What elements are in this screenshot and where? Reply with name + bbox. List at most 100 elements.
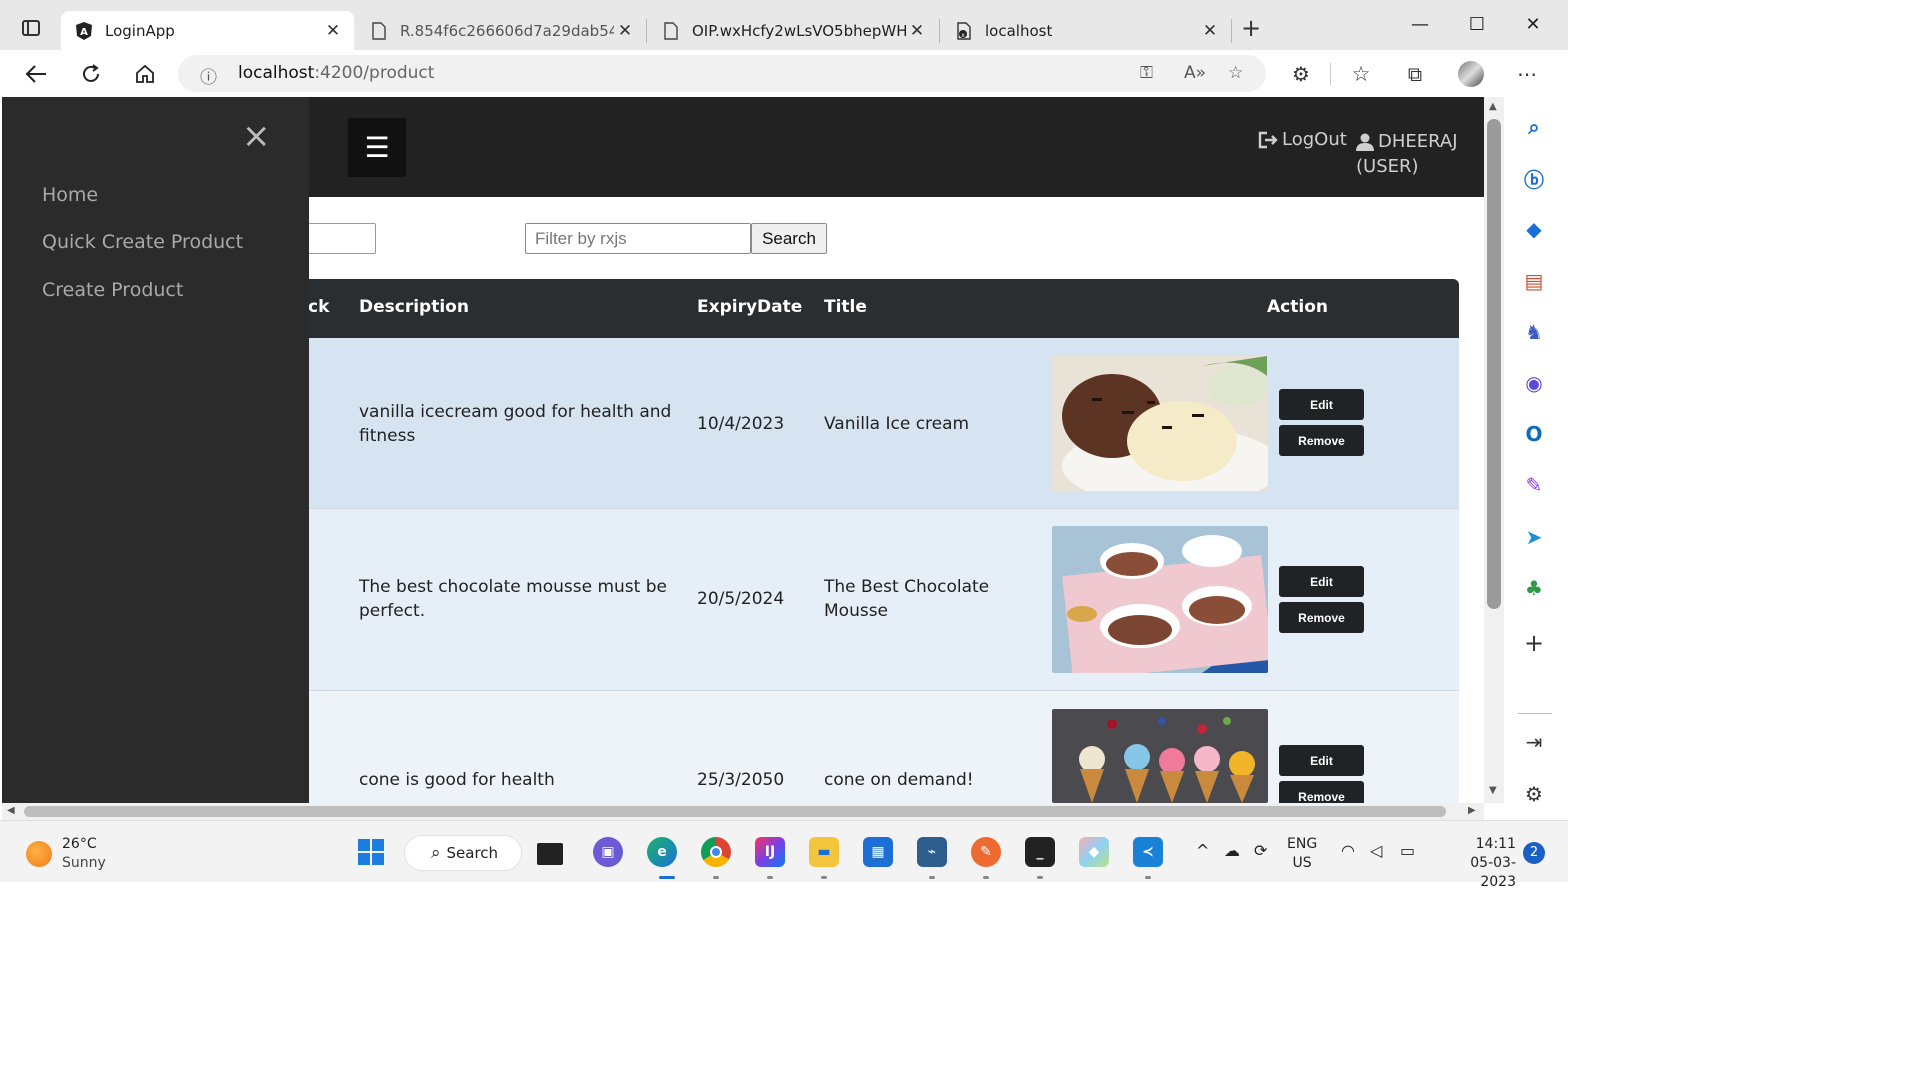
edit-button[interactable]: Edit <box>1279 566 1364 597</box>
close-icon[interactable]: ✕ <box>322 21 344 41</box>
onedrive-icon[interactable]: ☁ <box>1224 841 1240 860</box>
horizontal-scrollbar[interactable]: ◀ ▶ <box>2 803 1484 820</box>
tab-image-r[interactable]: R.854f6c266606d7a29dab54411 ✕ <box>356 11 646 50</box>
scroll-up-icon[interactable]: ▲ <box>1489 101 1497 112</box>
notification-badge[interactable]: 2 <box>1523 842 1545 864</box>
taskbar-search[interactable]: ⌕ Search <box>404 835 522 871</box>
file-explorer-icon[interactable]: ▬ <box>809 837 839 867</box>
menu-toggle-button[interactable]: ☰ <box>348 118 406 177</box>
designer-icon[interactable]: ✎ <box>1520 471 1548 499</box>
weather-widget[interactable]: 26°C Sunny <box>26 835 106 873</box>
language-indicator[interactable]: ENG US <box>1287 835 1317 873</box>
cell-description: The best chocolate mousse must be perfec… <box>359 577 667 621</box>
profile-avatar[interactable] <box>1457 60 1485 88</box>
remove-button[interactable]: Remove <box>1279 425 1364 456</box>
horizontal-scroll-thumb[interactable] <box>24 806 1446 817</box>
sidenav-item-home[interactable]: Home <box>42 184 98 206</box>
tab-label: OIP.wxHcfy2wLsVO5bhepWHr2g <box>692 21 906 40</box>
battery-icon[interactable]: ▭ <box>1400 841 1415 860</box>
edge-icon[interactable]: e <box>647 837 677 867</box>
close-icon[interactable]: ✕ <box>906 21 928 41</box>
mysql-workbench-icon[interactable]: ⌁ <box>917 837 947 867</box>
sidebar-toggle-icon[interactable]: ⇥ <box>1520 728 1548 756</box>
tab-label: R.854f6c266606d7a29dab54411 <box>400 21 614 40</box>
sidenav-item-create-product[interactable]: Create Product <box>42 279 183 301</box>
start-button[interactable] <box>356 837 386 867</box>
close-window-button[interactable]: ✕ <box>1513 14 1553 35</box>
favorites-button[interactable]: ☆ <box>1347 60 1375 88</box>
clock-time: 14:11 <box>1475 836 1516 852</box>
search-button[interactable]: Search <box>751 223 827 254</box>
column-header-expiry: ExpiryDate <box>697 297 803 317</box>
site-info-icon[interactable]: ⓘ <box>200 63 217 88</box>
scroll-right-icon[interactable]: ▶ <box>1468 805 1476 816</box>
refresh-button[interactable] <box>77 60 105 88</box>
cell-expiry: 10/4/2023 <box>697 414 785 434</box>
vertical-scrollbar[interactable]: ▲ ▼ <box>1484 97 1504 803</box>
read-aloud-icon[interactable]: A» <box>1184 63 1206 83</box>
scroll-left-icon[interactable]: ◀ <box>7 805 15 816</box>
tab-loginapp[interactable]: A LoginApp ✕ <box>61 11 354 50</box>
search-icon[interactable]: ⌕ <box>1520 113 1548 141</box>
remove-button[interactable]: Remove <box>1279 781 1364 803</box>
table-row: cone is good for health 25/3/2050 cone o… <box>302 691 1459 803</box>
postman-icon[interactable]: ✎ <box>971 837 1001 867</box>
remove-button[interactable]: Remove <box>1279 602 1364 633</box>
tab-image-oip[interactable]: OIP.wxHcfy2wLsVO5bhepWHr2g ✕ <box>648 11 938 50</box>
edit-button[interactable]: Edit <box>1279 389 1364 420</box>
new-tab-button[interactable]: + <box>1241 14 1261 42</box>
more-menu-button[interactable]: ⋯ <box>1513 60 1541 88</box>
tools-icon[interactable]: ▤ <box>1520 267 1548 295</box>
wifi-icon[interactable]: ◠ <box>1341 841 1355 860</box>
tab-label: LoginApp <box>105 21 175 40</box>
vscode-icon[interactable]: ≺ <box>1133 837 1163 867</box>
chrome-icon[interactable] <box>701 837 731 867</box>
extensions-button[interactable]: ⚙ <box>1287 60 1315 88</box>
close-sidenav-button[interactable]: × <box>242 119 271 153</box>
close-icon[interactable]: ✕ <box>1199 21 1221 41</box>
office-icon[interactable]: ◉ <box>1520 369 1548 397</box>
scroll-down-icon[interactable]: ▼ <box>1489 785 1497 796</box>
edit-button[interactable]: Edit <box>1279 745 1364 776</box>
outlook-icon[interactable]: O <box>1520 420 1548 448</box>
back-button[interactable] <box>22 60 50 88</box>
tree-icon[interactable]: ♣ <box>1520 574 1548 602</box>
cell-description: cone is good for health <box>359 770 555 790</box>
add-favorite-icon[interactable]: ☆ <box>1228 63 1243 83</box>
edge-sidebar: ⌕ ⓑ ◆ ▤ ♞ ◉ O ✎ ➤ ♣ + ⇥ ⚙ <box>1504 97 1568 820</box>
volume-icon[interactable]: ◁ <box>1370 841 1382 860</box>
teams-chat-icon[interactable]: ▣ <box>593 837 623 867</box>
intellij-icon[interactable]: IJ <box>755 837 785 867</box>
running-indicator <box>1037 876 1043 879</box>
logout-link[interactable]: LogOut <box>1258 129 1347 150</box>
settings-icon[interactable]: ⚙ <box>1520 780 1548 808</box>
clock[interactable]: 14:11 05-03-2023 <box>1438 835 1516 892</box>
minimize-button[interactable]: — <box>1400 14 1440 35</box>
sync-icon[interactable]: ⟳ <box>1254 841 1267 860</box>
bing-icon[interactable]: ⓑ <box>1520 164 1548 192</box>
git-tool-icon[interactable]: ◆ <box>1079 837 1109 867</box>
games-icon[interactable]: ♞ <box>1520 318 1548 346</box>
collections-button[interactable]: ⧉ <box>1401 60 1429 88</box>
home-button[interactable] <box>131 60 159 88</box>
filter-input[interactable] <box>525 223 751 254</box>
terminal-icon[interactable]: _ <box>1025 837 1055 867</box>
add-icon[interactable]: + <box>1520 629 1548 657</box>
password-key-icon[interactable]: ⚿ <box>1140 63 1153 83</box>
url-text: localhost:4200/product <box>238 63 435 83</box>
tab-localhost[interactable]: x localhost ✕ <box>941 11 1231 50</box>
close-icon[interactable]: ✕ <box>614 21 636 41</box>
address-bar[interactable]: ⓘ localhost:4200/product ⚿ A» ☆ <box>178 55 1266 92</box>
toolbar-divider <box>1330 63 1331 85</box>
maximize-button[interactable]: ☐ <box>1457 14 1497 35</box>
task-view-icon[interactable] <box>537 843 563 865</box>
shopping-tag-icon[interactable]: ◆ <box>1520 215 1548 243</box>
angular-icon: A <box>75 21 93 40</box>
vertical-scroll-thumb[interactable] <box>1487 119 1501 609</box>
document-icon <box>662 21 680 40</box>
sidenav-item-quick-create-product[interactable]: Quick Create Product <box>42 231 243 253</box>
show-hidden-icons[interactable]: ^ <box>1196 841 1209 860</box>
tab-actions-icon[interactable] <box>22 20 40 36</box>
send-icon[interactable]: ➤ <box>1520 523 1548 551</box>
store-icon[interactable]: ▦ <box>863 837 893 867</box>
